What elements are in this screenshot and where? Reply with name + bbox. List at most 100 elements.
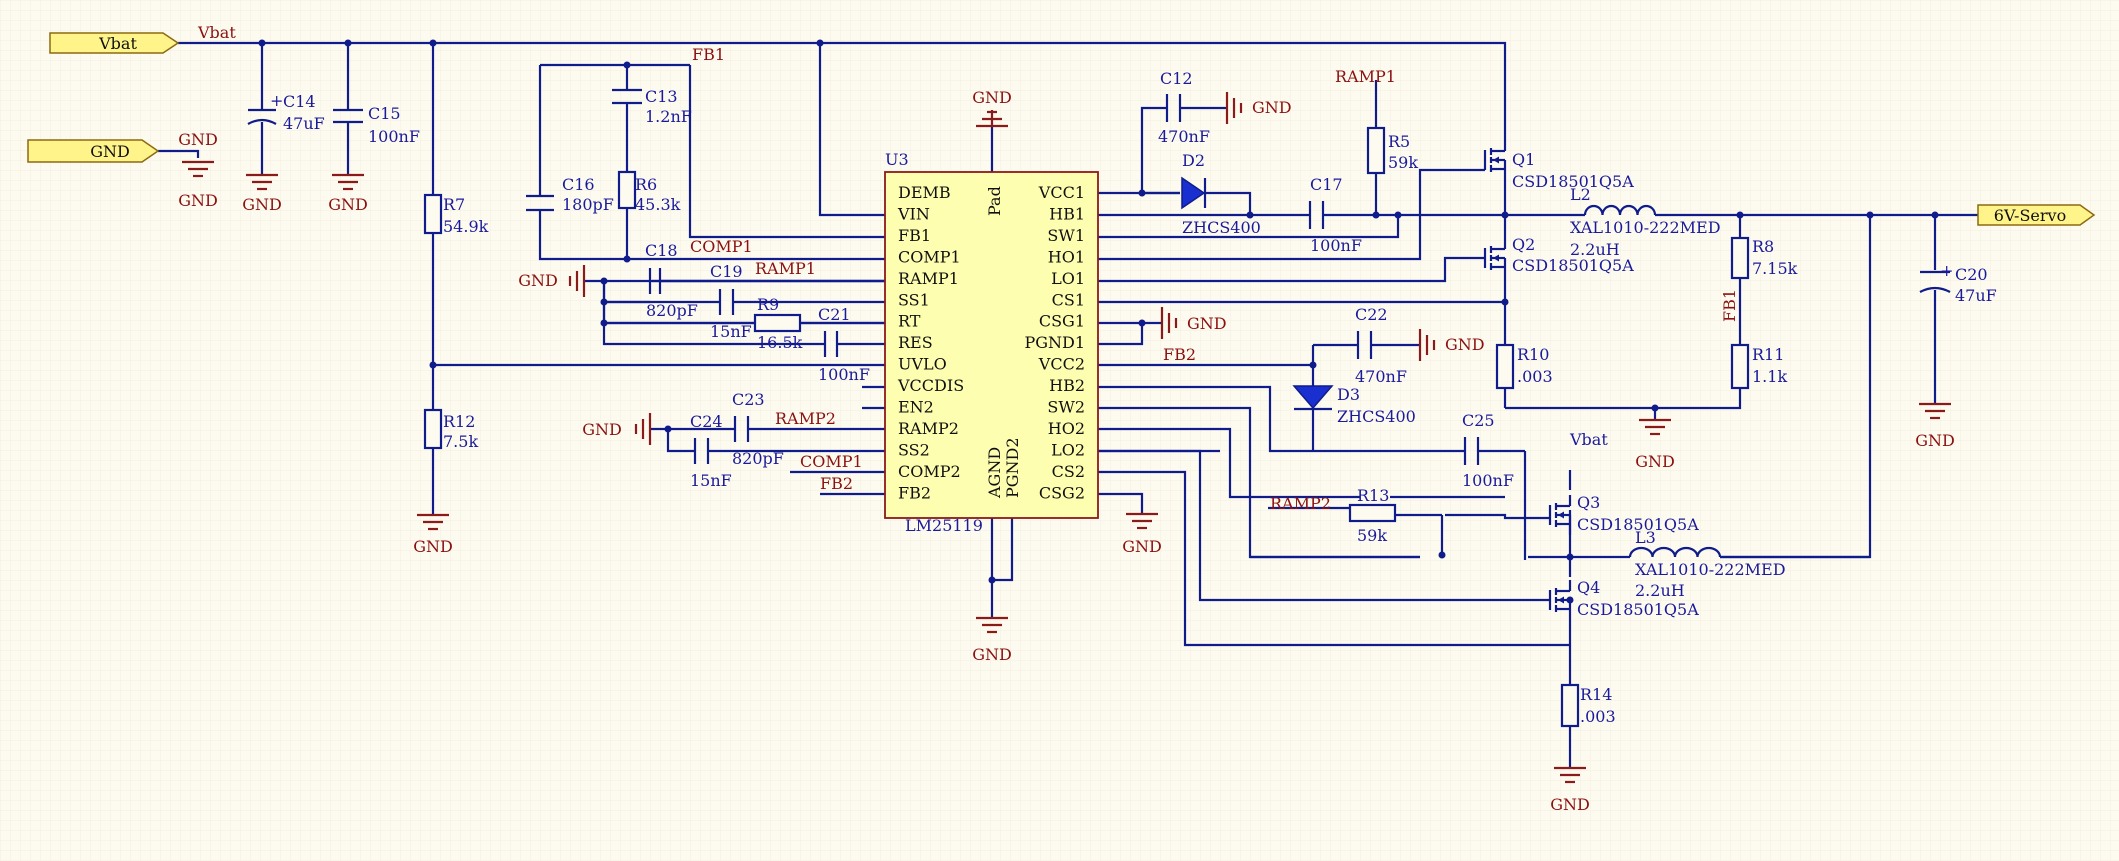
svg-text:CSD18501Q5A: CSD18501Q5A [1577, 600, 1699, 619]
svg-text:100nF: 100nF [818, 365, 870, 384]
ic-pin-demb: DEMB [898, 183, 951, 202]
ic-pin-ramp2: RAMP2 [898, 419, 959, 438]
ic-pin-sw2: SW2 [1047, 398, 1085, 417]
svg-text:100nF: 100nF [1462, 471, 1514, 490]
net-label-vbat: Vbat [197, 23, 236, 42]
svg-text:R7: R7 [443, 195, 465, 214]
svg-text:GND: GND [518, 271, 558, 290]
svg-text:16.5k: 16.5k [757, 333, 803, 352]
svg-text:C17: C17 [1310, 175, 1343, 194]
svg-text:1.2nF: 1.2nF [645, 107, 692, 126]
svg-text:FB2: FB2 [820, 474, 853, 493]
svg-text:AGND: AGND [985, 447, 1004, 499]
svg-text:59k: 59k [1357, 526, 1387, 545]
ic-pin-rt: RT [898, 312, 921, 331]
ic-pin-ramp1: RAMP1 [898, 269, 959, 288]
svg-text:U3: U3 [885, 150, 909, 169]
svg-text:Vbat: Vbat [98, 34, 137, 53]
svg-text:15nF: 15nF [690, 471, 732, 490]
svg-text:+: + [270, 91, 283, 110]
svg-text:R12: R12 [443, 412, 475, 431]
svg-text:FB2: FB2 [1163, 345, 1196, 364]
svg-text:RAMP1: RAMP1 [755, 259, 816, 278]
svg-text:GND: GND [582, 420, 622, 439]
ic-pin-vcc2: VCC2 [1038, 355, 1085, 374]
svg-text:C20: C20 [1955, 265, 1988, 284]
ic-pin-res: RES [898, 333, 933, 352]
svg-text:47uF: 47uF [283, 114, 325, 133]
svg-text:L3: L3 [1635, 528, 1656, 547]
svg-text:R5: R5 [1388, 132, 1410, 151]
svg-text:470nF: 470nF [1158, 127, 1210, 146]
svg-text:+: + [1940, 261, 1953, 280]
svg-text:C24: C24 [690, 412, 723, 431]
svg-text:R14: R14 [1580, 685, 1612, 704]
port-vbat: Vbat [49, 32, 180, 54]
svg-text:GND: GND [972, 88, 1012, 107]
svg-text:820pF: 820pF [646, 301, 698, 320]
ic-pin-lo1: LO1 [1051, 269, 1085, 288]
svg-text:R10: R10 [1517, 345, 1549, 364]
svg-text:Pad: Pad [985, 186, 1004, 216]
port-6v-servo: 6V-Servo [1977, 204, 2096, 226]
svg-text:RAMP2: RAMP2 [1270, 494, 1331, 513]
svg-text:R8: R8 [1752, 237, 1774, 256]
svg-text:COMP1: COMP1 [690, 237, 753, 256]
svg-text:45.3k: 45.3k [635, 195, 681, 214]
svg-text:Q1: Q1 [1512, 150, 1535, 169]
ic-pin-comp2: COMP2 [898, 462, 961, 481]
svg-text:2.2uH: 2.2uH [1635, 581, 1685, 600]
svg-text:GND: GND [178, 130, 218, 149]
ic-pin-csg2: CSG2 [1039, 483, 1085, 502]
svg-text:C13: C13 [645, 87, 678, 106]
svg-text:C18: C18 [645, 241, 678, 260]
svg-text:XAL1010-222MED: XAL1010-222MED [1635, 560, 1786, 579]
svg-text:C14: C14 [283, 92, 316, 111]
port-gnd: GND [27, 139, 160, 163]
svg-text:2.2uH: 2.2uH [1570, 240, 1620, 259]
svg-text:1.1k: 1.1k [1752, 367, 1787, 386]
svg-text:D2: D2 [1182, 151, 1205, 170]
svg-text:C21: C21 [818, 305, 851, 324]
svg-text:470nF: 470nF [1355, 367, 1407, 386]
ic-pin-vcc1: VCC1 [1038, 183, 1085, 202]
svg-text:RAMP1: RAMP1 [1335, 67, 1396, 86]
svg-text:ZHCS400: ZHCS400 [1182, 218, 1261, 237]
svg-text:100nF: 100nF [368, 127, 420, 146]
svg-text:59k: 59k [1388, 153, 1418, 172]
ic-pin-hb2: HB2 [1049, 376, 1085, 395]
ic-pin-pgnd1: PGND1 [1024, 333, 1085, 352]
svg-text:GND: GND [1252, 98, 1292, 117]
svg-text:7.5k: 7.5k [443, 432, 478, 451]
svg-text:FB1: FB1 [692, 45, 725, 64]
svg-text:180pF: 180pF [562, 195, 614, 214]
svg-text:R13: R13 [1357, 486, 1389, 505]
svg-text:GND: GND [1915, 431, 1955, 450]
svg-text:GND: GND [328, 195, 368, 214]
svg-text:C19: C19 [710, 262, 743, 281]
svg-text:C15: C15 [368, 104, 401, 123]
svg-text:L2: L2 [1570, 185, 1591, 204]
svg-text:7.15k: 7.15k [1752, 259, 1798, 278]
svg-text:GND: GND [90, 142, 130, 161]
ic-pin-cs1: CS1 [1052, 290, 1085, 309]
ic-pin-ss2: SS2 [898, 440, 930, 459]
svg-text:C16: C16 [562, 175, 595, 194]
svg-text:GND: GND [1550, 795, 1590, 814]
svg-text:Q4: Q4 [1577, 578, 1600, 597]
ic-pin-ho2: HO2 [1048, 419, 1085, 438]
svg-text:C22: C22 [1355, 305, 1388, 324]
svg-text:ZHCS400: ZHCS400 [1337, 407, 1416, 426]
ic-pin-fb1: FB1 [898, 226, 931, 245]
svg-text:Q2: Q2 [1512, 235, 1535, 254]
svg-text:GND: GND [972, 645, 1012, 664]
svg-text:C25: C25 [1462, 411, 1495, 430]
ic-pin-csg1: CSG1 [1039, 312, 1085, 331]
ic-pin-ss1: SS1 [898, 290, 930, 309]
svg-text:GND: GND [242, 195, 282, 214]
svg-text:COMP1: COMP1 [800, 452, 863, 471]
schematic-sheet: Vbat Vbat GND 6V-Servo GND GND GND GND G… [0, 0, 2119, 861]
svg-text:GND: GND [178, 191, 218, 210]
svg-text:820pF: 820pF [732, 449, 784, 468]
svg-text:6V-Servo: 6V-Servo [1994, 206, 2066, 225]
